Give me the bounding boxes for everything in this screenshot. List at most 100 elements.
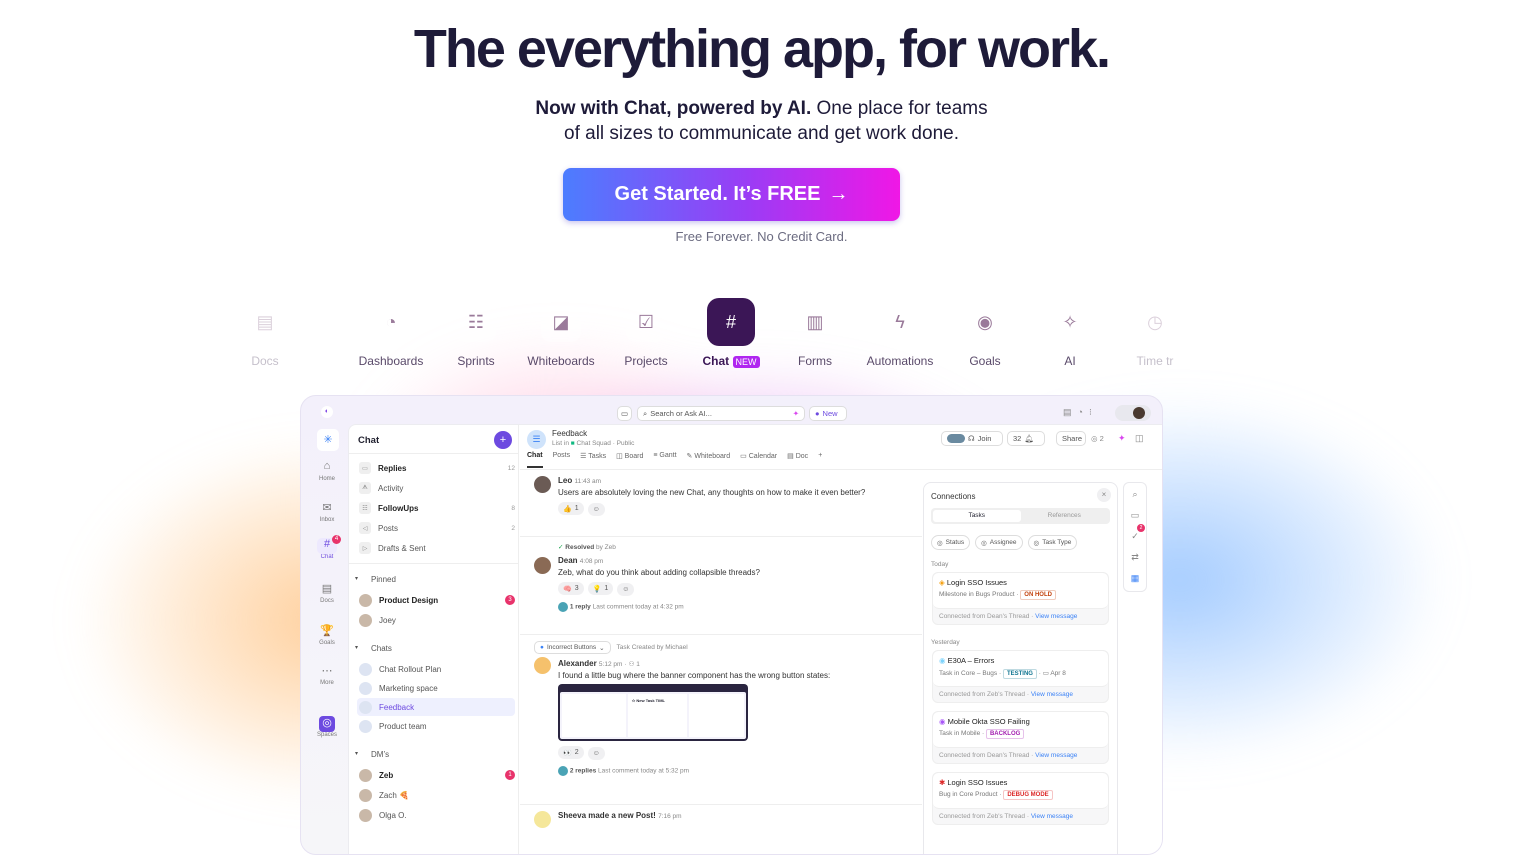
avatar <box>534 476 551 493</box>
task-card[interactable]: ◈ Login SSO Issues Milestone in Bugs Prod… <box>932 572 1109 625</box>
feature-tab-time-tr[interactable]: ◷ Time tr <box>1110 302 1200 368</box>
comment-icon[interactable]: ▭ <box>1124 505 1146 526</box>
new-chat-button[interactable]: + <box>494 431 512 449</box>
status-tag: TESTING <box>1002 669 1037 679</box>
tab-board[interactable]: ◫ Board <box>616 452 643 468</box>
section-header[interactable]: Pinned <box>371 575 396 584</box>
feature-tab-sprints[interactable]: ☷ Sprints <box>431 302 521 368</box>
calendar-icon[interactable]: ▭ <box>617 406 632 421</box>
tab-tasks[interactable]: Tasks <box>933 510 1021 522</box>
feature-tab-ai[interactable]: ✧ AI <box>1025 302 1115 368</box>
feature-tab-projects[interactable]: ☑ Projects <box>601 302 691 368</box>
feature-tab-automations[interactable]: ϟ Automations <box>855 302 945 368</box>
reaction[interactable]: 👍 1 <box>558 502 584 515</box>
feature-tab-whiteboards[interactable]: ◪ Whiteboards <box>516 302 606 368</box>
view-message-link[interactable]: View message <box>1035 752 1077 759</box>
rail-more[interactable]: ⋯ More <box>307 664 347 686</box>
sidebar-item-zach-[interactable]: Zach 🍕 <box>357 786 515 804</box>
filter-task-type[interactable]: ◎ Task Type <box>1027 535 1078 550</box>
view-message-link[interactable]: View message <box>1035 613 1077 620</box>
task-card[interactable]: ◉ Mobile Okta SSO Failing Task in Mobile … <box>932 711 1109 764</box>
share-button[interactable]: Share <box>1056 431 1086 446</box>
close-icon[interactable]: × <box>1097 488 1111 502</box>
notifications-button[interactable]: 32 🔔︎ <box>1007 431 1045 446</box>
tab-calendar[interactable]: ▭ Calendar <box>740 452 777 468</box>
add-reaction-button[interactable]: ☺ <box>587 502 605 516</box>
sync-icon[interactable]: ⇄ <box>1124 547 1146 568</box>
tab-whiteboard[interactable]: ✎ Whiteboard <box>687 452 731 468</box>
get-started-button[interactable]: Get Started. It’s FREE → <box>563 168 900 221</box>
sidebar-item-marketing-space[interactable]: Marketing space <box>357 679 515 697</box>
message-author[interactable]: Sheeva made a new Post! <box>558 811 656 820</box>
tab-label: Tasks <box>588 453 607 460</box>
sidebar-item-followups[interactable]: ☷ FollowUps 8 <box>357 499 515 517</box>
sidebar-item-product-team[interactable]: Product team <box>357 717 515 735</box>
caret-down-icon[interactable]: ▾ <box>355 750 358 757</box>
workspace-switcher[interactable]: ✳ <box>317 429 339 451</box>
new-button[interactable]: ● New <box>809 406 847 421</box>
search-icon[interactable]: ⌕ <box>1124 484 1146 505</box>
task-chip[interactable]: ● Incorrect Buttons ⌄ <box>534 641 611 654</box>
tab-references[interactable]: References <box>1021 510 1109 522</box>
tab-doc[interactable]: ▤ Doc <box>787 452 808 468</box>
tab-posts[interactable]: Posts <box>553 452 571 468</box>
thread-replies[interactable]: 2 replies Last comment today at 5:32 pm <box>558 765 918 776</box>
tasks-icon[interactable]: ✓ 2 <box>1124 524 1146 547</box>
rail-goals[interactable]: 🏆 Goals <box>307 624 347 646</box>
sidebar-item-olga-o-[interactable]: Olga O. <box>357 806 515 824</box>
filter-status[interactable]: ◎ Status <box>931 535 971 550</box>
add-reaction-button[interactable]: ☺ <box>617 582 635 596</box>
reaction[interactable]: 💡 1 <box>587 582 614 595</box>
reaction[interactable]: 🧠 3 <box>558 582 584 595</box>
sidebar-item-feedback[interactable]: Feedback <box>357 698 515 716</box>
apps-icon[interactable]: ▦ <box>1124 568 1146 589</box>
sidebar-item-product-design[interactable]: Product Design 3 <box>357 591 515 609</box>
sidebar-item-zeb[interactable]: Zeb 1 <box>357 766 515 784</box>
caret-down-icon[interactable]: ▾ <box>355 575 358 582</box>
space-name[interactable]: Chat Squad <box>577 440 611 447</box>
sidebar-item-posts[interactable]: ◁ Posts 2 <box>357 519 515 537</box>
rail-docs[interactable]: ▤ Docs <box>307 582 347 604</box>
rail-spaces[interactable]: ◎ Spaces <box>307 716 347 738</box>
message-author[interactable]: Dean <box>558 556 578 565</box>
panel-toggle-icon[interactable]: ◫ <box>1135 433 1144 444</box>
rail-home[interactable]: ⌂ Home <box>307 460 347 482</box>
thread-replies[interactable]: 1 reply Last comment today at 4:32 pm <box>558 601 918 612</box>
add-reaction-button[interactable]: ☺ <box>587 746 605 760</box>
feature-tab-chat[interactable]: # Chat NEW <box>686 298 776 368</box>
feature-tab-docs[interactable]: ▤ Docs <box>220 302 310 368</box>
feature-tab-forms[interactable]: ▥ Forms <box>770 302 860 368</box>
add-tab-button[interactable]: + <box>818 452 822 468</box>
filter-assignee[interactable]: ◎ Assignee <box>975 535 1023 550</box>
tab-tasks[interactable]: ☰ Tasks <box>580 452 606 468</box>
ai-icon[interactable]: ✦ <box>1118 433 1126 444</box>
task-card[interactable]: ◉ E30A – Errors Task in Core – Bugs · TES… <box>932 650 1109 703</box>
caret-down-icon[interactable]: ▾ <box>355 644 358 651</box>
feature-tab-dashboards[interactable]: ◔ Dashboards <box>346 302 436 368</box>
sidebar-item-replies[interactable]: ▭ Replies 12 <box>357 459 515 477</box>
sidebar-item-drafts-sent[interactable]: ▷ Drafts & Sent <box>357 539 515 557</box>
rail-inbox[interactable]: ✉ Inbox <box>307 501 347 523</box>
view-message-link[interactable]: View message <box>1031 691 1073 698</box>
message-author[interactable]: Leo <box>558 476 572 485</box>
user-menu[interactable] <box>1115 405 1151 421</box>
topbar-icons[interactable]: ▤◔⁝ <box>1063 407 1098 418</box>
watchers[interactable]: ◎ 2 <box>1091 434 1104 443</box>
sidebar-item-joey[interactable]: Joey <box>357 611 515 629</box>
message-author[interactable]: Alexander <box>558 659 597 668</box>
sidebar-item-activity[interactable]: ᗑ Activity <box>357 479 515 497</box>
screenshot-attachment[interactable]: ☆ New Task TIML <box>558 684 748 741</box>
tab-gantt[interactable]: ≡ Gantt <box>653 452 676 468</box>
search-input[interactable]: ⌕ Search or Ask AI... ✦ <box>637 406 805 421</box>
view-message-link[interactable]: View message <box>1031 813 1073 820</box>
sidebar-item-chat-rollout-plan[interactable]: Chat Rollout Plan <box>357 660 515 678</box>
join-button[interactable]: ☊ Join <box>941 431 1003 446</box>
section-header[interactable]: DM’s <box>371 750 389 759</box>
feature-tab-goals[interactable]: ◉ Goals <box>940 302 1030 368</box>
section-header[interactable]: Chats <box>371 644 392 653</box>
reaction[interactable]: 👀 2 <box>558 746 584 759</box>
task-card[interactable]: ✱ Login SSO Issues Bug in Core Product · … <box>932 772 1109 825</box>
tab-chat[interactable]: Chat <box>527 452 543 468</box>
rail-chat[interactable]: #4 Chat <box>307 535 347 560</box>
list-icon: ☰ <box>527 430 546 449</box>
